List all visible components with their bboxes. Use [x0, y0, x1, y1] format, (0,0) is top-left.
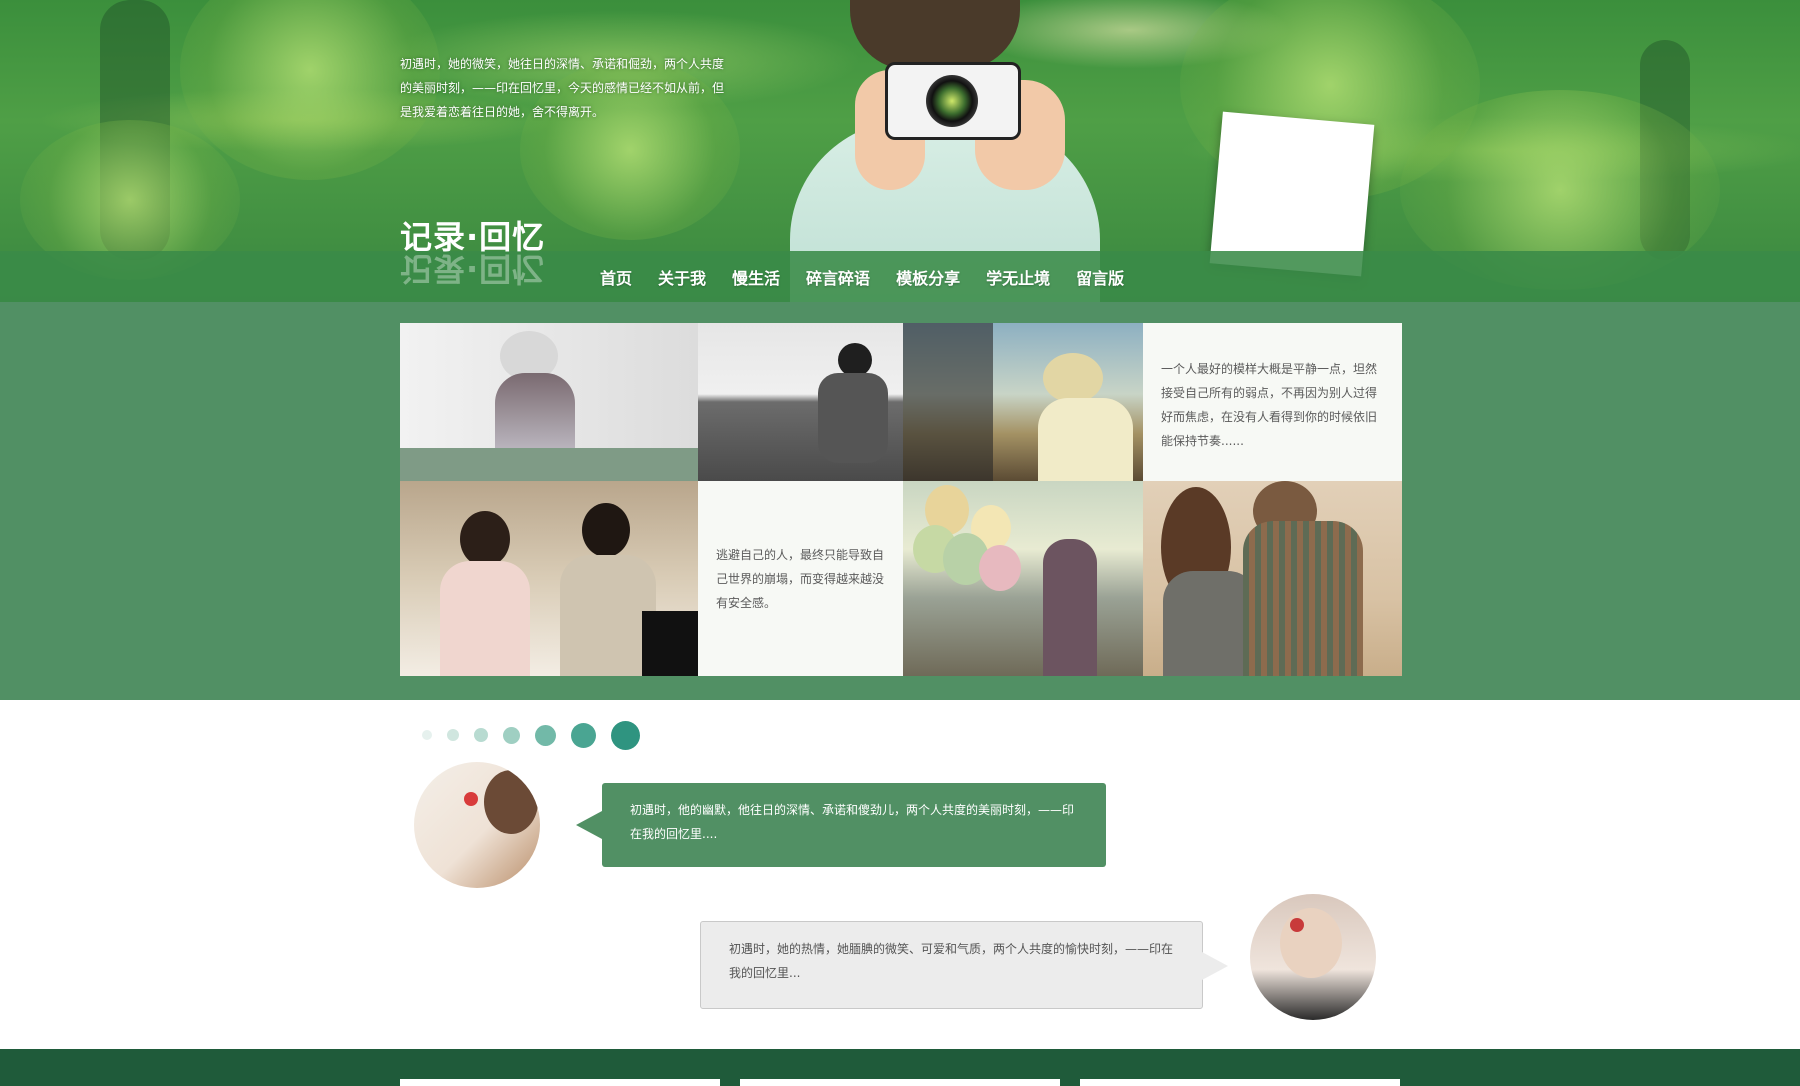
carousel-dot[interactable] [503, 726, 520, 744]
comment-bubble: 初遇时，他的幽默，他往日的深情、承诺和傻劲儿，两个人共度的美丽时刻，——印在我的… [576, 783, 1106, 867]
gallery-quote-1: 一个人最好的模样大概是平静一点，坦然接受自己所有的弱点，不再因为别人过得好而焦虑… [1143, 323, 1402, 481]
nav-item-home[interactable]: 首页 [600, 265, 632, 289]
gallery-quote-2: 逃避自己的人，最终只能导致自己世界的崩塌，而变得越来越没有安全感。 [698, 481, 903, 676]
gallery-photo-train-window[interactable] [903, 323, 1143, 481]
site-title-reflection: 记录·回忆 [400, 250, 546, 288]
nav-item-templates[interactable]: 模板分享 [896, 265, 960, 289]
carousel-dots [422, 720, 655, 750]
gallery-photo-girl-hat[interactable] [400, 323, 698, 481]
footer-panel [1080, 1079, 1400, 1086]
photo-gallery: 一个人最好的模样大概是平静一点，坦然接受自己所有的弱点，不再因为别人过得好而焦虑… [400, 323, 1402, 676]
avatar[interactable] [1250, 894, 1376, 1020]
main-nav: 首页 关于我 慢生活 碎言碎语 模板分享 学无止境 留言版 [600, 251, 1150, 302]
carousel-dot[interactable] [447, 729, 459, 741]
carousel-dot[interactable] [474, 728, 488, 742]
gallery-photo-kissing-couple[interactable] [1143, 481, 1402, 676]
comment-text: 初遇时，她的热情，她腼腆的微笑、可爱和气质，两个人共度的愉快时刻，——印在我的回… [729, 942, 1174, 980]
carousel-dot-active[interactable] [611, 720, 640, 750]
carousel-dot[interactable] [422, 730, 432, 740]
gallery-quote-1-text: 一个人最好的模样大概是平静一点，坦然接受自己所有的弱点，不再因为别人过得好而焦虑… [1161, 362, 1378, 448]
carousel-dot[interactable] [535, 724, 556, 746]
comment-bubble: 初遇时，她的热情，她腼腆的微笑、可爱和气质，两个人共度的愉快时刻，——印在我的回… [700, 921, 1228, 1009]
nav-item-murmurs[interactable]: 碎言碎语 [806, 265, 870, 289]
nav-item-about[interactable]: 关于我 [658, 265, 706, 289]
gallery-photo-balloons[interactable] [903, 481, 1143, 676]
gallery-quote-2-text: 逃避自己的人，最终只能导致自己世界的崩塌，而变得越来越没有安全感。 [716, 548, 885, 610]
nav-item-slow-life[interactable]: 慢生活 [732, 265, 780, 289]
comment-text: 初遇时，他的幽默，他往日的深情、承诺和傻劲儿，两个人共度的美丽时刻，——印在我的… [630, 803, 1075, 841]
nav-item-guestbook[interactable]: 留言版 [1076, 265, 1124, 289]
footer-panel [400, 1079, 720, 1086]
gallery-photo-sitting-field[interactable] [698, 323, 903, 481]
gallery-photo-couple-bench[interactable] [400, 481, 698, 676]
footer-panel [740, 1079, 1060, 1086]
header-intro-text: 初遇时，她的微笑，她往日的深情、承诺和倔劲，两个人共度的美丽时刻，——印在回忆里… [400, 57, 725, 119]
camera-icon [885, 62, 1021, 140]
avatar[interactable] [414, 762, 540, 888]
nav-item-learning[interactable]: 学无止境 [986, 265, 1050, 289]
carousel-dot[interactable] [571, 722, 596, 748]
